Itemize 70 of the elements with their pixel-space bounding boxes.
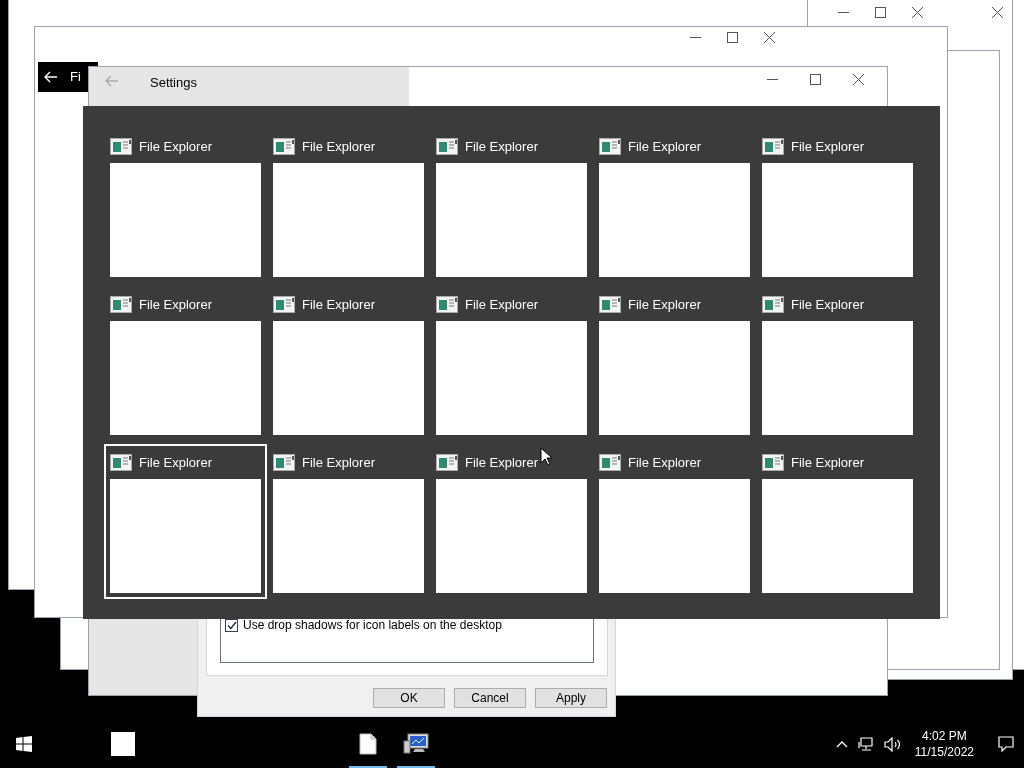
app-window-icon: [273, 138, 295, 155]
app-window-icon: [110, 454, 132, 471]
document-icon: [359, 733, 377, 755]
switcher-item[interactable]: File Explorer: [104, 286, 267, 441]
notification-icon[interactable]: [998, 736, 1014, 752]
window-title: File Explorer: [302, 453, 375, 472]
window-title: File Explorer: [791, 295, 864, 314]
window-title: Settings: [150, 74, 197, 92]
dialog-button[interactable]: Cancel: [454, 688, 526, 708]
maximize-icon[interactable]: [875, 7, 886, 18]
dialog-button[interactable]: OK: [373, 688, 445, 708]
mouse-cursor-icon: [540, 447, 552, 465]
app-window-icon: [436, 296, 458, 313]
app-window-icon: [599, 296, 621, 313]
window-title: File Explorer: [628, 453, 701, 472]
switcher-item[interactable]: File Explorer: [593, 444, 756, 599]
maximize-icon[interactable]: [727, 32, 738, 43]
computer-icon: [403, 733, 429, 755]
window-title: File Explorer: [791, 137, 864, 156]
window-title: Fi: [70, 68, 81, 87]
app-window-icon: [762, 296, 784, 313]
switcher-item[interactable]: File Explorer: [593, 128, 756, 283]
window-title: File Explorer: [628, 137, 701, 156]
switcher-item[interactable]: File Explorer: [267, 128, 430, 283]
option-label: Use drop shadows for icon labels on the desktop: [243, 617, 502, 634]
switcher-item[interactable]: File Explorer: [756, 128, 919, 283]
window-title: File Explorer: [139, 295, 212, 314]
switcher-item[interactable]: File Explorer: [430, 286, 593, 441]
app-window-icon: [599, 454, 621, 471]
switcher-item[interactable]: File Explorer: [756, 444, 919, 599]
switcher-item[interactable]: File Explorer: [267, 444, 430, 599]
app-window-icon: [273, 296, 295, 313]
app-window-icon: [436, 454, 458, 471]
switcher-item[interactable]: File Explorer: [756, 286, 919, 441]
window-title: File Explorer: [302, 137, 375, 156]
window-title: File Explorer: [465, 453, 538, 472]
close-icon[interactable]: [764, 32, 775, 43]
app-window-icon: [110, 138, 132, 155]
switcher-item[interactable]: File Explorer: [430, 128, 593, 283]
app-window-icon: [110, 296, 132, 313]
chevron-up-icon[interactable]: [835, 740, 848, 748]
switcher-item[interactable]: File Explorer: [430, 444, 593, 599]
maximize-icon[interactable]: [810, 74, 821, 85]
switcher-item[interactable]: File Explorer: [267, 286, 430, 441]
app-window-icon: [762, 138, 784, 155]
close-icon[interactable]: [992, 7, 1003, 18]
switcher-item[interactable]: File Explorer: [104, 444, 267, 599]
window-title: File Explorer: [465, 137, 538, 156]
close-icon[interactable]: [853, 74, 864, 85]
app-window-icon: [762, 454, 784, 471]
dialog-button[interactable]: Apply: [535, 688, 607, 708]
app-window-icon: [273, 454, 295, 471]
network-icon[interactable]: [857, 736, 874, 752]
window-title: File Explorer: [791, 453, 864, 472]
app-icon: [111, 732, 135, 756]
window-title: File Explorer: [139, 453, 212, 472]
clock[interactable]: 4:02 PM 11/15/2022: [910, 728, 978, 760]
window-title: File Explorer: [628, 295, 701, 314]
switcher-item[interactable]: File Explorer: [593, 286, 756, 441]
window-title: File Explorer: [302, 295, 375, 314]
start-icon[interactable]: [16, 736, 32, 752]
window-title: File Explorer: [465, 295, 538, 314]
running-indicator: [397, 766, 435, 768]
app-window-icon: [599, 138, 621, 155]
app-window-icon: [436, 138, 458, 155]
close-icon[interactable]: [912, 7, 923, 18]
running-indicator: [349, 766, 387, 768]
window-title: File Explorer: [139, 137, 212, 156]
speaker-icon[interactable]: [883, 736, 901, 752]
switcher-item[interactable]: File Explorer: [104, 128, 267, 283]
